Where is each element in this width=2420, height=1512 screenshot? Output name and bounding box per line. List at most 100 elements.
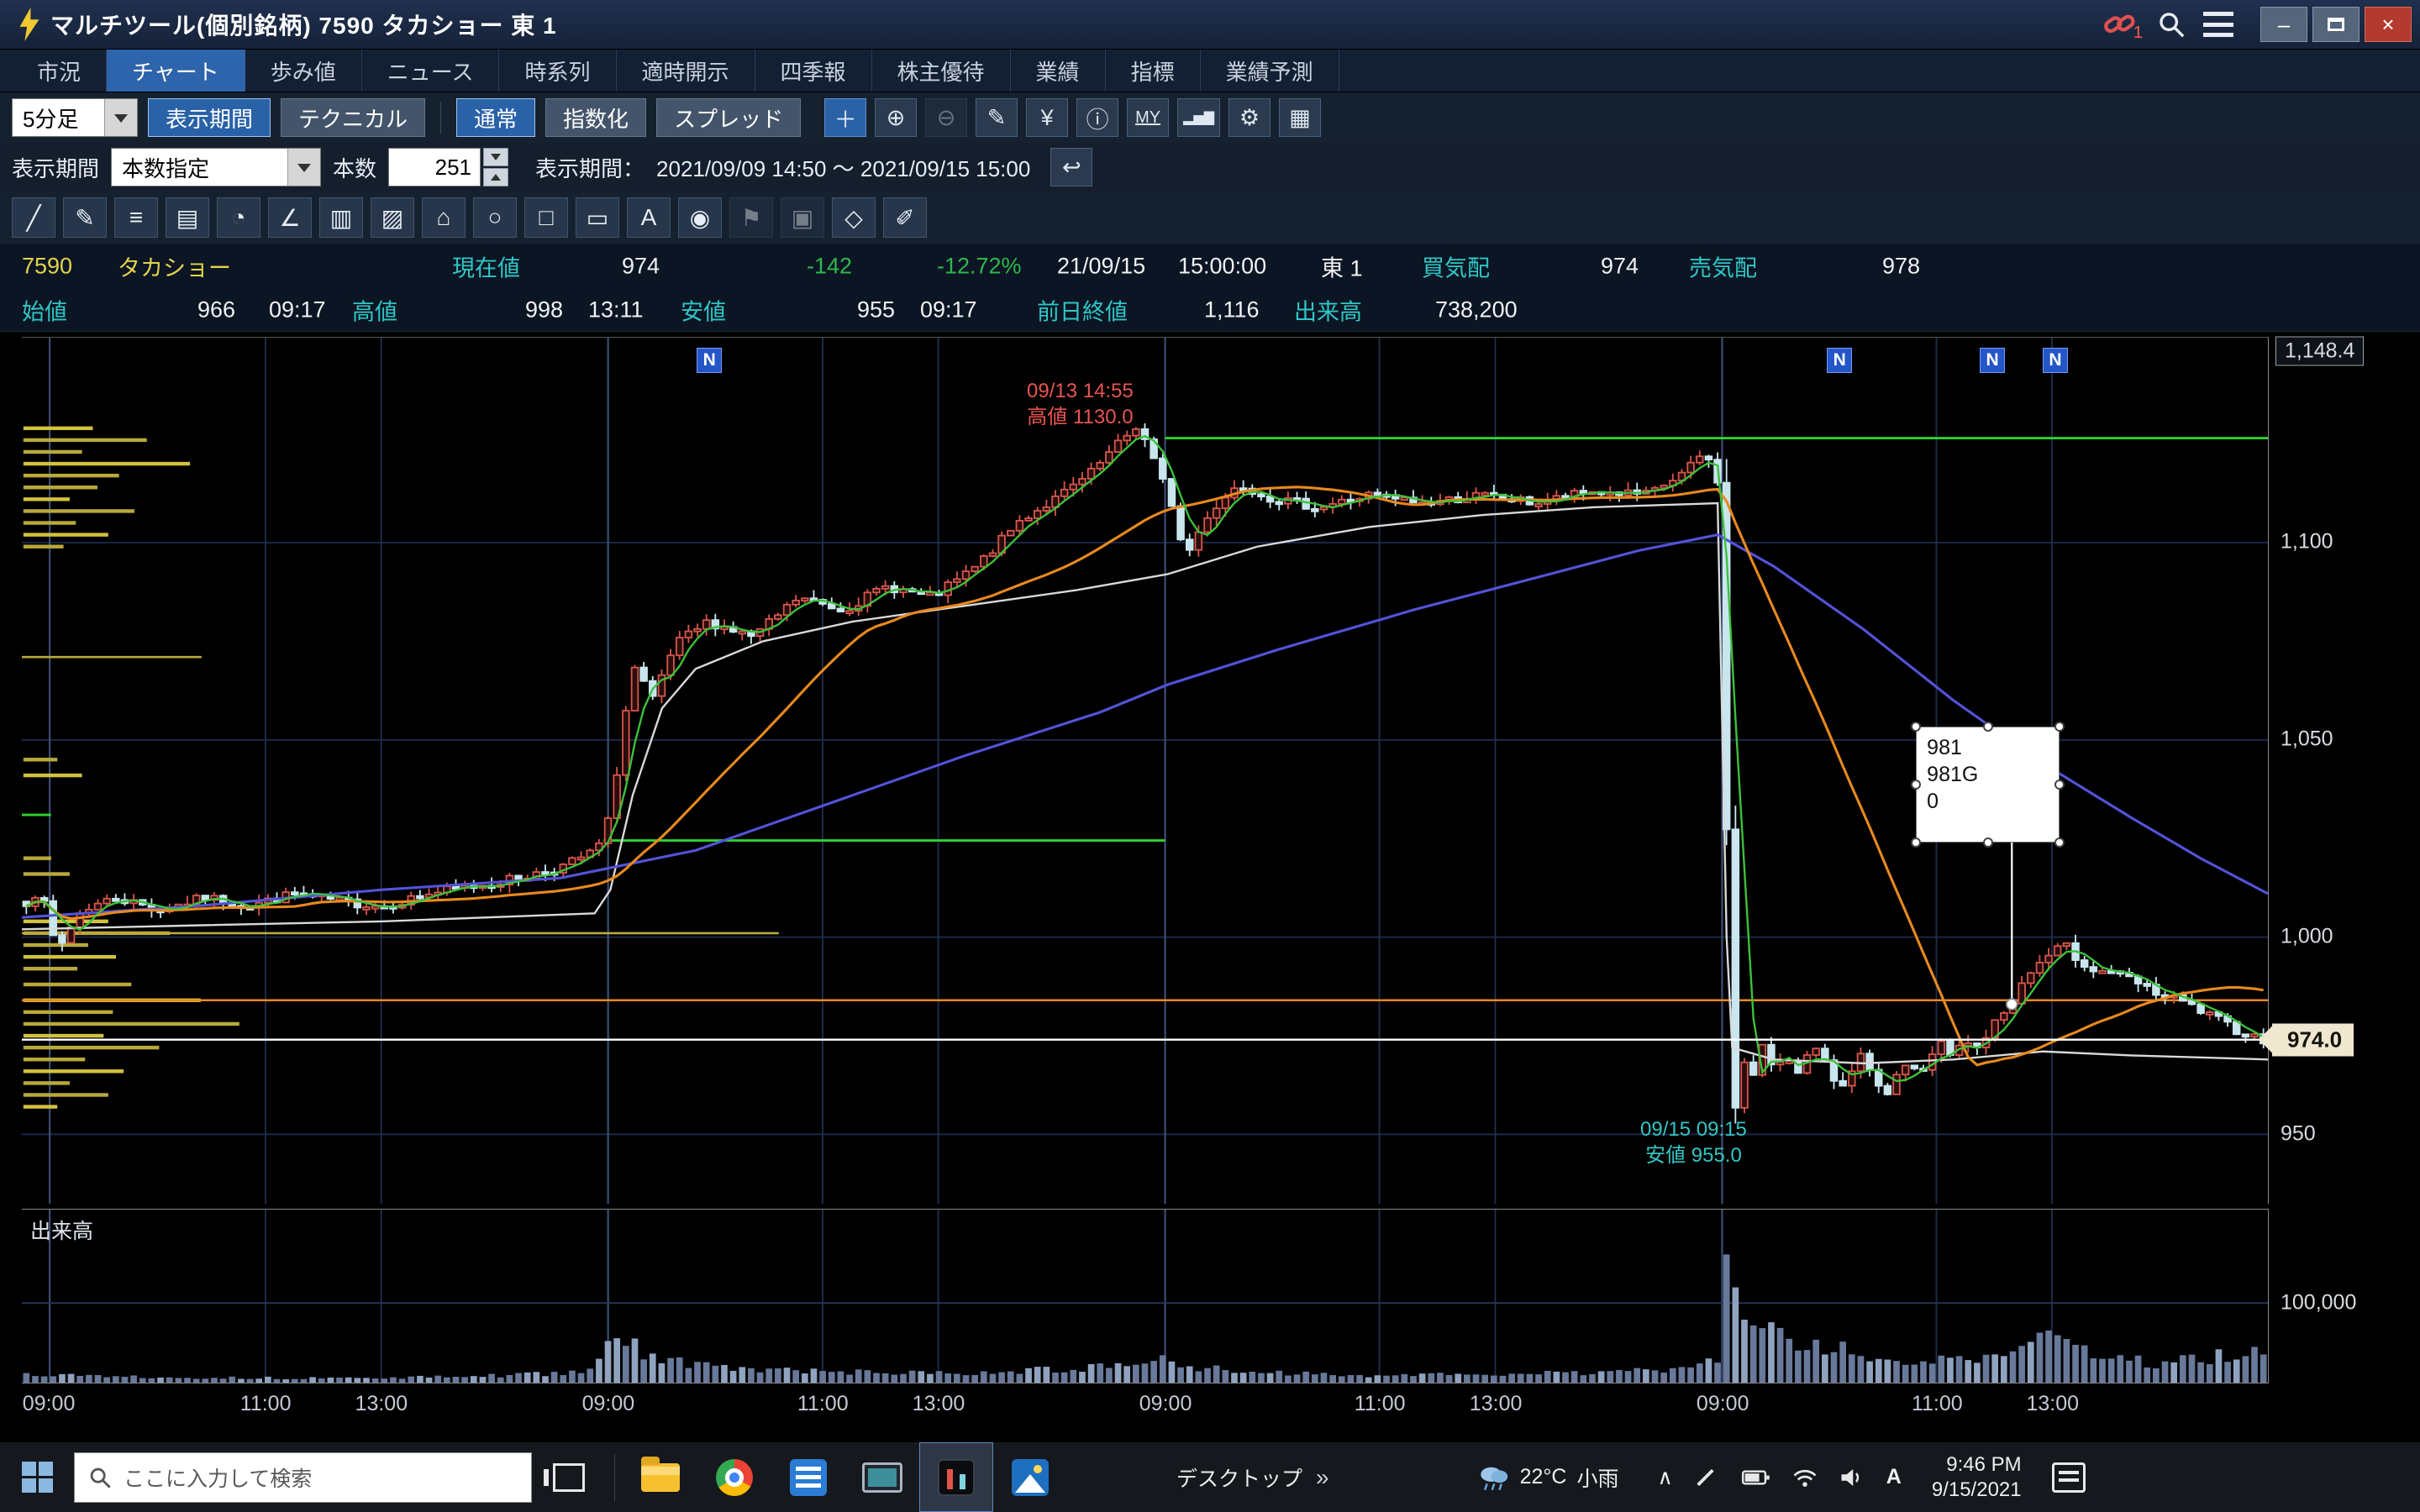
open-price: 966 xyxy=(197,297,235,323)
tab-news[interactable]: ニュース xyxy=(362,50,500,92)
link-count-badge: 1 xyxy=(2133,24,2143,43)
period-button[interactable]: 表示期間 xyxy=(148,98,271,137)
period-mode-select[interactable]: 本数指定 xyxy=(111,148,321,186)
desktop-toolbar[interactable]: デスクトップ » xyxy=(1176,1462,1329,1493)
pen-tray-icon[interactable] xyxy=(1695,1467,1720,1488)
draw-tool-marker-pen[interactable]: ✎ xyxy=(63,197,107,238)
news-marker[interactable]: N xyxy=(1827,348,1852,373)
tab-ticks[interactable]: 歩み値 xyxy=(245,50,362,92)
draw-tool-pentagon[interactable]: ⌂ xyxy=(422,197,466,238)
timeframe-select[interactable]: 5分足 xyxy=(12,98,138,137)
link-icon[interactable]: 1 xyxy=(2102,8,2139,41)
minimize-button[interactable]: – xyxy=(2260,7,2307,42)
news-marker[interactable]: N xyxy=(2043,348,2068,373)
draw-tool-copy-object[interactable]: ▣ xyxy=(781,197,824,238)
news-marker[interactable]: N xyxy=(1980,348,2005,373)
selection-handle[interactable] xyxy=(1983,722,1993,732)
draw-tool-grid-horizontal[interactable]: ▤ xyxy=(166,197,209,238)
settings-wrench-button[interactable]: ⚙ xyxy=(1228,98,1270,137)
taskbar-weather[interactable]: 22°C 小雨 xyxy=(1476,1462,1619,1493)
chart-region: NNNN09/13 14:55高値 1130.009/15 09:15安値 95… xyxy=(0,332,2420,1442)
spread-mode-button[interactable]: スプレッド xyxy=(656,98,801,137)
info-button[interactable]: ⓘ xyxy=(1076,98,1118,137)
price-axis[interactable]: 1,148.41,1001,0501,000950974.0 xyxy=(2269,337,2420,1204)
drawing-toolbar: ╱✎≡▤◔∠▥▨⌂○□▭A◉⚑▣◇✐ xyxy=(0,192,2420,244)
draw-tool-text[interactable]: A xyxy=(627,197,671,238)
print-button[interactable]: ▦ xyxy=(1279,98,1321,137)
trading-app-icon[interactable] xyxy=(919,1442,993,1512)
menu-icon[interactable] xyxy=(2203,12,2233,37)
zoom-in-button[interactable]: ⊕ xyxy=(875,98,917,137)
open-label: 始値 xyxy=(22,294,67,327)
draw-tool-h-segment[interactable]: ▭ xyxy=(576,197,619,238)
ime-indicator[interactable]: A xyxy=(1886,1465,1902,1489)
indexed-mode-button[interactable]: 指数化 xyxy=(545,98,646,137)
draw-tool-ellipse[interactable]: ○ xyxy=(473,197,517,238)
prev-close: 1,116 xyxy=(1204,297,1260,323)
y-axis-label: 950 xyxy=(2281,1122,2316,1147)
tab-time-series[interactable]: 時系列 xyxy=(499,50,616,92)
draw-tool-grid-vertical[interactable]: ▥ xyxy=(319,197,363,238)
draw-tool-diamond[interactable]: ◇ xyxy=(832,197,876,238)
tab-shareholder-benefit[interactable]: 株主優待 xyxy=(872,50,1011,92)
time-axis[interactable]: 09:0011:0013:0009:0011:0013:0009:0011:00… xyxy=(22,1387,2269,1424)
x-axis-label: 13:00 xyxy=(2026,1392,2079,1416)
tab-disclosure[interactable]: 適時開示 xyxy=(617,50,755,92)
volume-icon[interactable] xyxy=(1839,1467,1865,1488)
taskbar-clock[interactable]: 9:46 PM 9/15/2021 xyxy=(1932,1452,2022,1503)
draw-tool-trendline[interactable]: ╱ xyxy=(12,197,55,238)
taskbar-search-placeholder: ここに入力して検索 xyxy=(124,1462,312,1493)
chart-type-button[interactable]: ▂▅▇ xyxy=(1177,98,1220,137)
zoom-out-button[interactable]: ⊖ xyxy=(925,98,967,137)
draw-tool-rectangle[interactable]: □ xyxy=(524,197,568,238)
reset-period-button[interactable]: ↩ xyxy=(1050,148,1092,186)
yen-button[interactable]: ¥ xyxy=(1026,98,1068,137)
draw-tool-angle-line[interactable]: ∠ xyxy=(268,197,312,238)
file-explorer-icon[interactable] xyxy=(623,1442,697,1512)
volume-chart[interactable]: 出来高 xyxy=(22,1209,2269,1383)
action-center-icon[interactable] xyxy=(2052,1462,2086,1493)
news-marker[interactable]: N xyxy=(697,348,722,373)
draw-tool-flag-stamp[interactable]: ⚑ xyxy=(729,197,773,238)
price-chart[interactable]: NNNN09/13 14:55高値 1130.009/15 09:15安値 95… xyxy=(22,337,2269,1204)
tab-shikiho[interactable]: 四季報 xyxy=(755,50,872,92)
crosshair-button[interactable]: ＋ xyxy=(824,98,866,137)
wifi-icon[interactable] xyxy=(1792,1467,1818,1488)
search-icon[interactable] xyxy=(2154,8,2188,41)
count-up-arrow[interactable] xyxy=(483,168,508,186)
start-button[interactable] xyxy=(0,1442,74,1512)
tray-expand-chevron-icon[interactable]: ∧ xyxy=(1657,1465,1672,1490)
normal-mode-button[interactable]: 通常 xyxy=(456,98,535,137)
selection-handle[interactable] xyxy=(1911,722,1921,732)
count-down-arrow[interactable] xyxy=(483,148,508,166)
my-chart-button[interactable]: MY xyxy=(1127,98,1169,137)
draw-pen-button[interactable]: ✎ xyxy=(976,98,1018,137)
draw-tool-h-lines[interactable]: ≡ xyxy=(114,197,158,238)
task-view-button[interactable] xyxy=(532,1442,606,1512)
close-button[interactable]: × xyxy=(2365,7,2412,42)
tab-chart[interactable]: チャート xyxy=(107,50,245,92)
titlebar: マルチツール(個別銘柄) 7590 タカショー 東 1 1 – xyxy=(0,0,2420,50)
current-price-label: 現在値 xyxy=(452,250,520,283)
chrome-icon[interactable] xyxy=(697,1442,771,1512)
battery-icon[interactable] xyxy=(1742,1467,1770,1488)
monitor-app-icon[interactable] xyxy=(845,1442,919,1512)
tab-earnings[interactable]: 業績 xyxy=(1011,50,1106,92)
draw-tool-erase-draw[interactable]: ✐ xyxy=(883,197,927,238)
tab-market[interactable]: 市況 xyxy=(12,50,107,92)
photos-app-icon[interactable] xyxy=(993,1442,1067,1512)
desktop-toolbar-chevrons-icon[interactable]: » xyxy=(1316,1464,1329,1491)
weather-temp: 22°C xyxy=(1520,1465,1567,1489)
draw-tool-fan[interactable]: ◔ xyxy=(217,197,260,238)
tab-indicators[interactable]: 指標 xyxy=(1106,50,1201,92)
maximize-button[interactable] xyxy=(2312,7,2360,42)
technical-button[interactable]: テクニカル xyxy=(281,98,425,137)
drawn-text-object[interactable]: 981981G0 xyxy=(1916,727,2060,843)
draw-tool-channel[interactable]: ▨ xyxy=(371,197,414,238)
draw-tool-icon-stamp[interactable]: ◉ xyxy=(678,197,722,238)
tab-earnings-forecast[interactable]: 業績予測 xyxy=(1201,50,1339,92)
bar-count-input[interactable] xyxy=(388,148,481,186)
taskbar-search[interactable]: ここに入力して検索 xyxy=(74,1452,532,1503)
blue-app-icon[interactable] xyxy=(771,1442,845,1512)
x-axis-label: 09:00 xyxy=(1697,1392,1749,1416)
